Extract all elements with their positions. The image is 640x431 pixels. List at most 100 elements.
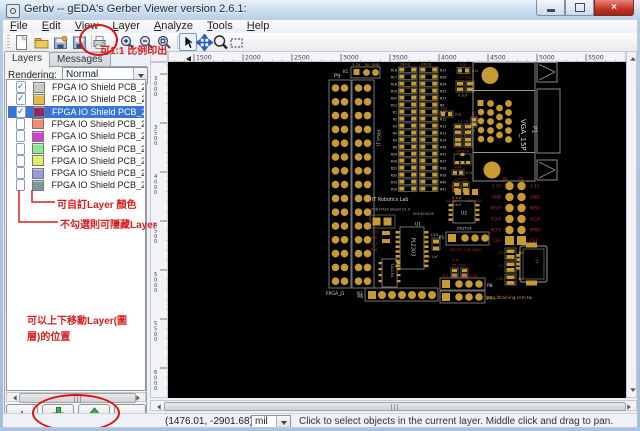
svg-text:C5 C6: C5 C6 — [458, 120, 468, 124]
menu-tools[interactable]: Tools — [200, 20, 240, 33]
menu-analyze[interactable]: Analyze — [147, 20, 200, 33]
layer-color-swatch[interactable] — [31, 167, 45, 179]
scroll-down-icon[interactable] — [628, 387, 637, 396]
layer-visibility-checkbox[interactable] — [16, 130, 25, 143]
cursor-coordinates: (1476.01, -2901.68) — [165, 416, 253, 427]
measure-tool-button[interactable] — [227, 33, 245, 51]
layer-row-9[interactable]: FPGA IO Shield PCB_20160225- — [8, 179, 144, 192]
svg-text:R41: R41 — [440, 188, 446, 192]
open-folder-icon — [34, 37, 48, 48]
status-hint: Click to select objects in the current l… — [299, 416, 614, 427]
svg-text:R38: R38 — [440, 167, 446, 171]
open-button[interactable] — [32, 33, 50, 51]
scroll-right-icon[interactable] — [134, 394, 144, 402]
svg-text:5V8 FPGA Shield V1.0: 5V8 FPGA Shield V1.0 — [371, 208, 411, 212]
svg-text:3000: 3000 — [154, 76, 157, 98]
revert-button[interactable] — [51, 33, 69, 51]
layer-name: FPGA IO Shield PCB_20160225- — [51, 118, 144, 129]
layer-visibility-checkbox[interactable]: ✓ — [16, 93, 26, 106]
menu-view[interactable]: View — [68, 20, 106, 33]
layer-row-4[interactable]: FPGA IO Shield PCB_20160225- — [8, 117, 144, 130]
layer-row-7[interactable]: FPGA IO Shield PCB_20160225- — [8, 154, 144, 167]
layer-visibility-checkbox[interactable] — [16, 154, 25, 167]
layer-row-3[interactable]: ✓ FPGA IO Shield PCB_20160225- — [8, 105, 144, 118]
title-bar[interactable]: Gerbv -- gEDA's Gerber Viewer version 2.… — [0, 0, 640, 21]
minimize-button[interactable] — [536, 0, 565, 16]
svg-text:R29: R29 — [391, 153, 397, 157]
save-button[interactable] — [70, 33, 88, 51]
layer-row-8[interactable]: FPGA IO Shield PCB_20160225- — [8, 167, 144, 180]
svg-text:R21: R21 — [391, 104, 397, 108]
layer-color-swatch[interactable] — [32, 81, 45, 93]
svg-text:P4: P4 — [502, 177, 508, 182]
layer-color-swatch[interactable] — [31, 179, 45, 191]
svg-text:5000: 5000 — [539, 55, 555, 62]
layer-name: FPGA IO Shield PCB_20160225- — [51, 131, 144, 142]
svg-text:R31: R31 — [391, 167, 397, 171]
layer-visibility-checkbox[interactable] — [16, 179, 25, 192]
svg-text:MISO: MISO — [491, 206, 501, 211]
layer-color-swatch[interactable] — [31, 130, 45, 142]
svg-text:3.3V: 3.3V — [530, 184, 539, 189]
layer-visibility-checkbox[interactable] — [16, 167, 25, 180]
menu-layer[interactable]: Layer — [105, 20, 147, 33]
menu-help[interactable]: Help — [240, 20, 277, 33]
svg-text:R42: R42 — [441, 107, 448, 111]
scroll-thumb[interactable] — [164, 402, 626, 411]
svg-text:L1: L1 — [499, 264, 503, 268]
svg-text:L2: L2 — [499, 251, 503, 255]
svg-text:R40: R40 — [440, 181, 446, 185]
layer-color-swatch[interactable] — [31, 143, 45, 154]
move-annotation: 可以上下移動Layer(圖 層)的位置 — [27, 316, 128, 343]
layer-color-swatch[interactable] — [32, 93, 45, 105]
svg-text:R18: R18 — [391, 83, 397, 87]
svg-text:U2: U2 — [461, 211, 467, 217]
layer-row-1[interactable]: ✓ FPGA IO Shield PCB_20160225- — [8, 81, 144, 93]
svg-text:R1: R1 — [393, 111, 397, 115]
pan-icon — [195, 33, 213, 51]
maximize-button[interactable] — [565, 0, 594, 16]
layer-row-5[interactable]: FPGA IO Shield PCB_20160225- — [8, 130, 144, 143]
svg-text:R36: R36 — [440, 146, 446, 150]
new-button[interactable] — [12, 33, 30, 51]
svg-text:GND: GND — [492, 195, 501, 200]
svg-text:P9: P9 — [334, 74, 340, 80]
svg-text:220 Ω: 220 Ω — [421, 63, 432, 67]
scroll-thumb[interactable] — [19, 393, 136, 403]
menu-edit[interactable]: Edit — [35, 20, 68, 33]
print-annotation: 可1:1 比例印出 — [100, 46, 168, 57]
tab-layers[interactable]: Layers — [4, 51, 51, 68]
svg-text:2000: 2000 — [245, 55, 261, 62]
layer-visibility-checkbox[interactable]: ✓ — [16, 105, 26, 118]
svg-text:3.3V: 3.3V — [352, 63, 361, 67]
layer-name: FPGA IO Shield PCB_20160225- — [51, 168, 144, 179]
layer-visibility-checkbox[interactable] — [16, 142, 25, 155]
scroll-left-icon[interactable] — [152, 402, 162, 411]
svg-text:5000: 5000 — [154, 272, 157, 294]
close-button[interactable]: × — [594, 0, 634, 16]
layer-color-swatch[interactable] — [32, 106, 45, 118]
menu-file[interactable]: File — [3, 20, 35, 33]
layer-name: FPGA IO Shield PCB_20160225- — [51, 94, 144, 105]
gerber-canvas[interactable]: P9 FPGA_J1 FPGA_J1 P3 3.3V 5V GND K1 330… — [168, 62, 626, 398]
canvas-vscrollbar[interactable] — [626, 51, 637, 398]
pointer-icon — [184, 34, 195, 49]
svg-text:E1 C4: E1 C4 — [458, 133, 468, 137]
layer-row-6[interactable]: FPGA IO Shield PCB_20160225- — [8, 142, 144, 155]
layer-visibility-checkbox[interactable]: ✓ — [16, 81, 26, 93]
svg-text:FPGA_J1: FPGA_J1 — [326, 291, 345, 297]
svg-text:IT Robotics Lab: IT Robotics Lab — [372, 197, 408, 203]
svg-text:R2: R2 — [393, 118, 397, 122]
canvas-hscrollbar[interactable] — [150, 400, 637, 411]
scroll-right-icon[interactable] — [625, 402, 635, 411]
app-icon — [6, 4, 20, 18]
layer-row-2[interactable]: ✓ FPGA IO Shield PCB_20160225- — [8, 93, 144, 106]
layer-color-swatch[interactable] — [31, 155, 45, 167]
layer-color-swatch[interactable] — [31, 118, 45, 130]
save-icon — [72, 36, 86, 49]
scroll-up-icon[interactable] — [628, 53, 637, 62]
svg-text:FPGA_J1: FPGA_J1 — [376, 130, 381, 147]
layer-list-hscrollbar[interactable] — [6, 392, 146, 403]
scroll-left-icon[interactable] — [8, 394, 18, 402]
layer-visibility-checkbox[interactable] — [16, 117, 25, 130]
